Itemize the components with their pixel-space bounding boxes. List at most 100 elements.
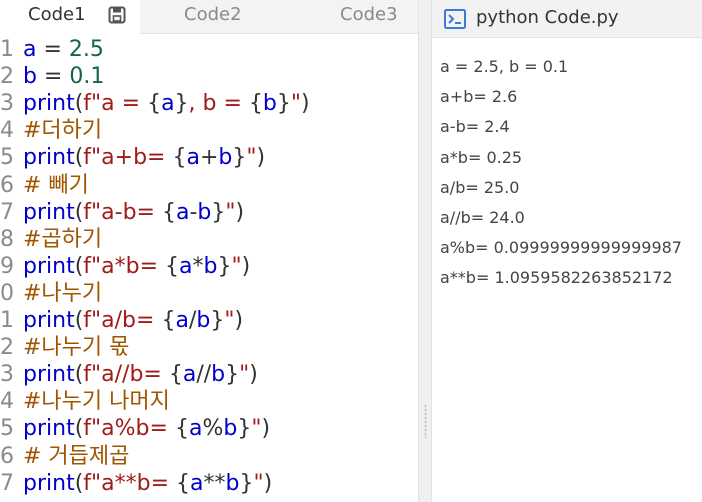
code-text: #나누기 xyxy=(23,280,102,307)
code-token: + xyxy=(199,145,219,171)
output-line: a/b= 25.0 xyxy=(440,177,520,197)
code-token: 2.5 xyxy=(68,37,104,62)
code-token: { xyxy=(168,362,183,388)
code-token: ** xyxy=(203,470,226,496)
code-line: 16 # 거듭제곱 xyxy=(0,443,418,470)
code-token: } xyxy=(217,253,232,279)
code-token: ( xyxy=(74,145,84,171)
code-text: print(f"a-b= {a-b}") xyxy=(23,199,244,226)
code-token: ( xyxy=(74,253,84,279)
code-token: f"a-b= xyxy=(83,199,162,225)
code-text: print(f"a//b= {a//b}") xyxy=(23,361,258,388)
line-number: 5 xyxy=(0,145,14,171)
code-token: #나누기 xyxy=(23,280,103,306)
code-token: ) xyxy=(263,470,273,496)
tab-code3-label: Code3 xyxy=(340,4,398,25)
code-token: print xyxy=(23,253,75,279)
code-token: print xyxy=(23,470,75,496)
code-line: 15 print(f"a%b= {a%b}") xyxy=(0,415,418,442)
tab-bar-divider xyxy=(140,33,418,34)
line-number: 12 xyxy=(0,335,14,361)
code-token: = xyxy=(36,64,70,90)
tab-code1[interactable]: Code1 xyxy=(0,0,140,34)
code-line: 13 print(f"a//b= {a//b}") xyxy=(0,361,418,388)
line-number: 3 xyxy=(0,91,14,117)
code-token: print xyxy=(23,91,75,117)
output-line: a+b= 2.6 xyxy=(440,87,518,107)
code-text: print(f"a = {a}, b = {b}") xyxy=(23,90,310,117)
editor-tab-bar: Code1 Code2 Code3 xyxy=(0,0,418,34)
code-token: ) xyxy=(241,253,251,279)
code-token: ) xyxy=(256,145,266,171)
code-token: ) xyxy=(261,416,271,442)
line-number: 13 xyxy=(0,362,14,388)
code-token: a xyxy=(23,37,37,62)
code-token: #나누기 나머지 xyxy=(23,389,170,415)
code-token: a xyxy=(161,91,175,117)
line-number: 9 xyxy=(0,253,14,279)
code-line: 1a = 2.5 xyxy=(0,36,418,63)
code-token: ( xyxy=(74,199,84,225)
code-token: 0.1 xyxy=(69,64,105,90)
code-token: { xyxy=(176,470,191,496)
code-token: ( xyxy=(74,362,84,388)
code-token: b xyxy=(197,199,212,225)
code-token: " xyxy=(253,470,264,496)
code-token: a xyxy=(175,199,190,225)
code-token: } xyxy=(276,91,291,117)
code-token: print xyxy=(23,362,75,388)
code-token: ( xyxy=(74,308,84,333)
save-icon[interactable] xyxy=(108,6,126,24)
code-token: } xyxy=(225,362,240,388)
output-line: a*b= 0.25 xyxy=(440,147,523,167)
code-token: } xyxy=(211,199,226,225)
terminal-icon xyxy=(444,9,466,29)
code-line: 5 print(f"a+b= {a+b}") xyxy=(0,144,418,171)
code-line: 11print(f"a/b= {a/b}") xyxy=(0,307,418,334)
line-number: 4 xyxy=(0,118,14,144)
code-token: #더하기 xyxy=(23,118,103,144)
code-text: # 거듭제곱 xyxy=(23,443,129,470)
code-text: a = 2.5 xyxy=(23,36,104,63)
code-token: b xyxy=(218,145,233,171)
code-token: b xyxy=(196,308,211,333)
code-token: b xyxy=(223,416,238,442)
code-token: b xyxy=(203,253,218,279)
code-text: #곱하기 xyxy=(23,226,102,253)
code-line: 12 #나누기 몫 xyxy=(0,334,418,361)
pane-resize-handle[interactable] xyxy=(418,0,432,502)
code-token: = xyxy=(36,37,69,62)
code-token: // xyxy=(196,362,212,388)
code-text-area[interactable]: 1a = 2.5 2 b = 0.1 3 print(f"a = {a}, b = {b… xyxy=(0,36,418,502)
output-pane: python Code.py a = 2.5, b = 0.1 a+b= 2.6 a… xyxy=(432,0,702,502)
output-line: a**b= 1.0959582263852172 xyxy=(440,268,673,288)
tab-code2-label: Code2 xyxy=(184,4,242,25)
code-token: b xyxy=(211,362,226,388)
code-token: ) xyxy=(301,91,310,117)
code-token: a xyxy=(186,145,200,171)
code-token: " xyxy=(290,91,302,117)
tab-code3[interactable]: Code3 xyxy=(340,0,398,34)
code-line: 3 print(f"a = {a}, b = {b}") xyxy=(0,90,418,117)
line-number: 11 xyxy=(0,308,14,333)
code-text: # 빼기 xyxy=(23,172,89,199)
code-token: * xyxy=(192,253,204,279)
code-token: print xyxy=(23,199,75,225)
code-token: f"a+b= xyxy=(83,145,173,171)
code-token: } xyxy=(237,416,252,442)
tab-code1-label: Code1 xyxy=(28,4,86,25)
code-token: # 거듭제곱 xyxy=(23,443,130,469)
tab-code2[interactable]: Code2 xyxy=(184,0,242,34)
code-token: { xyxy=(165,253,180,279)
code-token: #나누기 몫 xyxy=(23,335,130,361)
code-line: 7 print(f"a-b= {a-b}") xyxy=(0,199,418,226)
code-line: 10 #나누기 xyxy=(0,280,418,307)
output-header: python Code.py xyxy=(432,0,702,38)
code-token: ) xyxy=(234,308,244,333)
code-token: { xyxy=(248,91,263,117)
line-number: 7 xyxy=(0,199,14,225)
line-number: 10 xyxy=(0,280,14,306)
code-text: print(f"a**b= {a**b}") xyxy=(23,470,272,497)
code-line: 14 #나누기 나머지 xyxy=(0,388,418,415)
code-editor-pane: Code1 Code2 Code3 1a = 2.5 2 b = 0.1 3 print… xyxy=(0,0,418,502)
